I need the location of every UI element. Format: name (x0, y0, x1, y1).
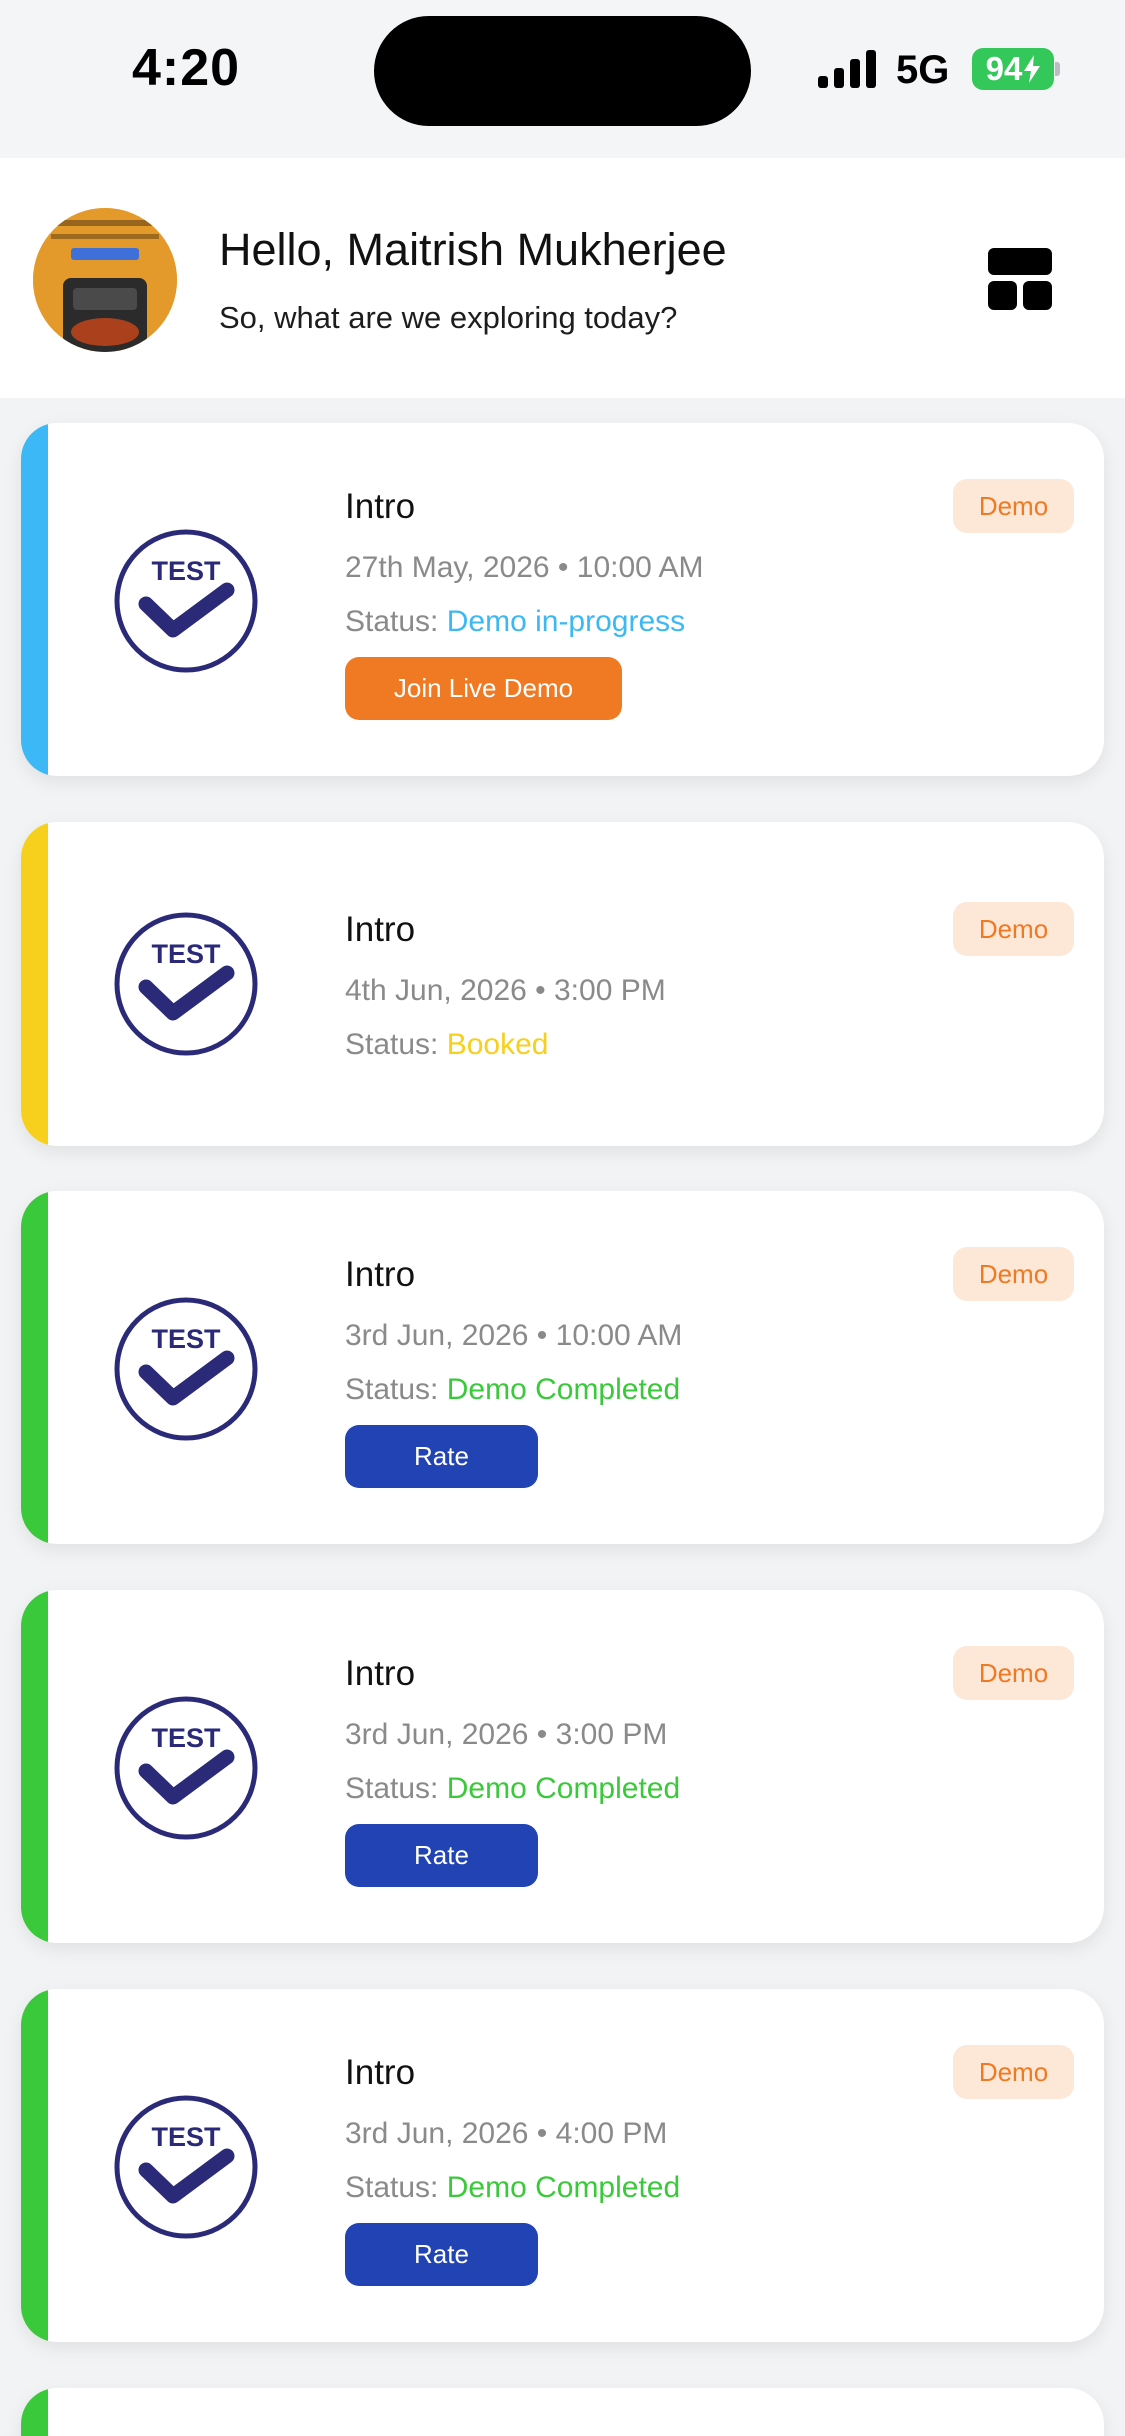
card-status: Status: Booked (345, 1028, 548, 1062)
greeting-subtitle: So, what are we exploring today? (219, 300, 678, 335)
card-title: Intro (345, 910, 416, 949)
session-card[interactable]: TEST Intro 4th Jun, 2026 • 3:00 PM Statu… (21, 822, 1104, 1146)
card-title: Intro (345, 487, 416, 526)
test-logo-text: TEST (151, 1723, 221, 1753)
avatar-image (33, 208, 177, 352)
card-datetime: 3rd Jun, 2026 • 4:00 PM (345, 2117, 668, 2150)
card-accent-bar (21, 1191, 48, 1544)
dynamic-island (374, 16, 751, 126)
card-datetime: 4th Jun, 2026 • 3:00 PM (345, 974, 666, 1007)
status-value: Booked (446, 1028, 549, 1061)
card-status: Status: Demo Completed (345, 1373, 680, 1407)
card-status: Status: Demo Completed (345, 1772, 680, 1806)
session-card[interactable]: TEST Intro 27th May, 2026 • 10:00 AM Sta… (21, 423, 1104, 776)
demo-badge: Demo (953, 902, 1074, 956)
test-logo-text: TEST (151, 556, 221, 586)
card-title: Intro (345, 1255, 416, 1294)
rate-button[interactable]: Rate (345, 1425, 538, 1488)
status-label: Status: (345, 605, 439, 638)
test-check-icon: TEST (114, 912, 258, 1056)
test-check-icon: TEST (114, 1696, 258, 1840)
join-live-demo-button[interactable]: Join Live Demo (345, 657, 622, 720)
battery-cap (1055, 62, 1060, 76)
status-label: Status: (345, 2171, 439, 2204)
test-check-icon: TEST (114, 529, 258, 673)
card-status: Status: Demo in-progress (345, 605, 685, 639)
card-accent-bar (21, 423, 48, 776)
card-status: Status: Demo Completed (345, 2171, 680, 2205)
network-label: 5G (896, 48, 950, 92)
cellular-signal-icon (818, 50, 876, 88)
test-logo-text: TEST (151, 939, 221, 969)
rate-button[interactable]: Rate (345, 2223, 538, 2286)
charging-bolt-icon (1024, 55, 1041, 83)
test-check-icon: TEST (114, 2095, 258, 2239)
card-datetime: 3rd Jun, 2026 • 3:00 PM (345, 1718, 668, 1751)
demo-badge: Demo (953, 2045, 1074, 2099)
card-title: Intro (345, 2053, 416, 2092)
session-card-partial[interactable] (21, 2388, 1104, 2436)
status-bar: 4:20 5G 94 (0, 0, 1125, 158)
test-check-icon: TEST (114, 1297, 258, 1441)
card-datetime: 3rd Jun, 2026 • 10:00 AM (345, 1319, 683, 1352)
demo-badge: Demo (953, 1247, 1074, 1301)
card-accent-bar (21, 1989, 48, 2342)
status-value: Demo in-progress (446, 605, 686, 638)
session-card[interactable]: TEST Intro 3rd Jun, 2026 • 10:00 AM Stat… (21, 1191, 1104, 1544)
status-time: 4:20 (132, 39, 241, 97)
status-value: Demo Completed (446, 2171, 681, 2204)
rate-button[interactable]: Rate (345, 1824, 538, 1887)
test-logo-text: TEST (151, 1324, 221, 1354)
card-accent-bar (21, 1590, 48, 1943)
card-accent-bar (21, 2388, 48, 2436)
status-label: Status: (345, 1373, 439, 1406)
header: Hello, Maitrish Mukherjee So, what are w… (0, 158, 1125, 398)
layout-grid-icon[interactable] (988, 248, 1052, 310)
battery-icon: 94 (972, 48, 1054, 90)
test-logo-text: TEST (151, 2122, 221, 2152)
demo-badge: Demo (953, 1646, 1074, 1700)
status-label: Status: (345, 1772, 439, 1805)
session-card[interactable]: TEST Intro 3rd Jun, 2026 • 4:00 PM Statu… (21, 1989, 1104, 2342)
avatar[interactable] (33, 208, 177, 352)
card-datetime: 27th May, 2026 • 10:00 AM (345, 551, 704, 584)
status-value: Demo Completed (446, 1772, 681, 1805)
battery-level: 94 (985, 50, 1023, 87)
card-title: Intro (345, 1654, 416, 1693)
status-label: Status: (345, 1028, 439, 1061)
greeting-title: Hello, Maitrish Mukherjee (219, 224, 727, 275)
session-card[interactable]: TEST Intro 3rd Jun, 2026 • 3:00 PM Statu… (21, 1590, 1104, 1943)
card-accent-bar (21, 822, 48, 1146)
demo-badge: Demo (953, 479, 1074, 533)
status-value: Demo Completed (446, 1373, 681, 1406)
